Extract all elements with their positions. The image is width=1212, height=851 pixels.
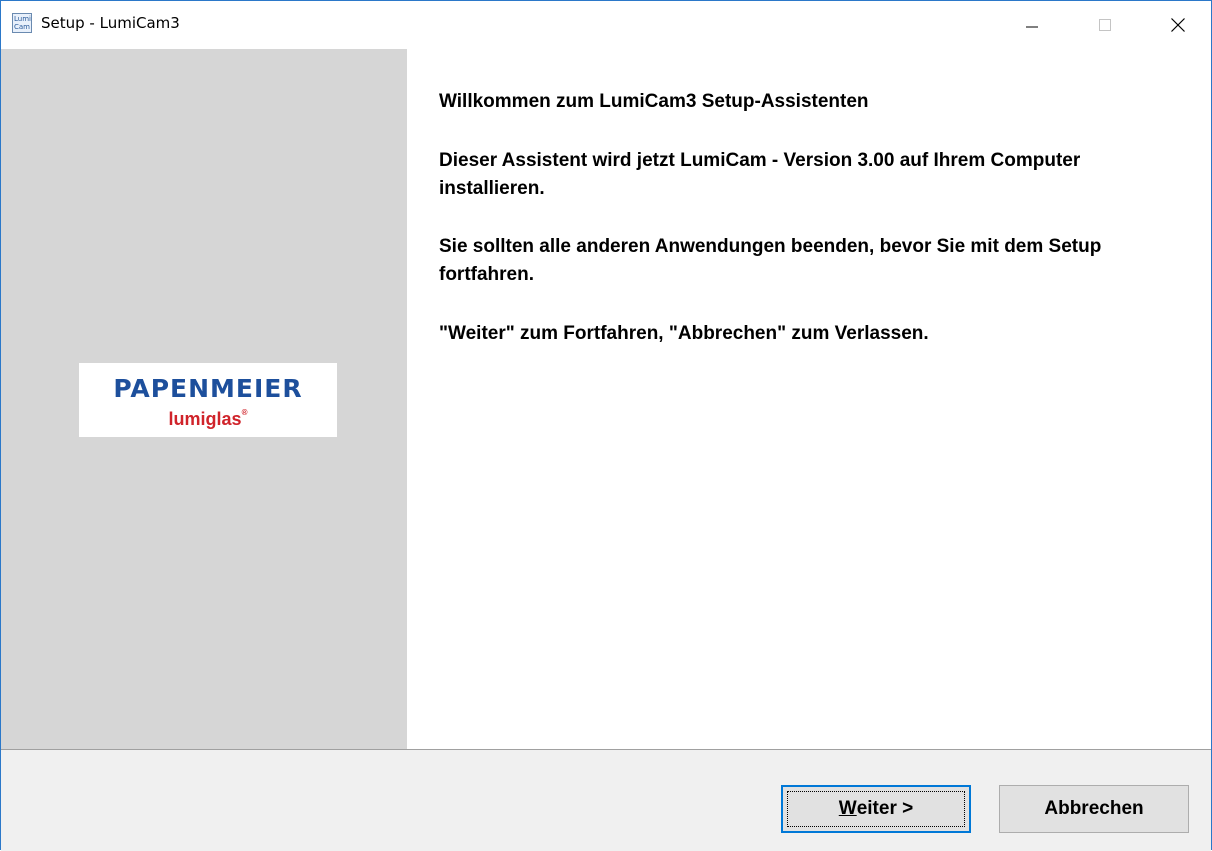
minimize-button[interactable] [1009,1,1055,49]
registered-mark: ® [241,408,248,417]
cancel-button-label: Abbrechen [1044,798,1144,819]
welcome-title: Willkommen zum LumiCam3 Setup-Assistente… [439,91,869,112]
logo-sub-brand: lumiglas® [79,408,337,430]
close-apps-paragraph: Sie sollten alle anderen Anwendungen bee… [439,236,1102,285]
window-title: Setup - LumiCam3 [41,14,180,32]
company-logo: PAPENMEIER lumiglas® [79,363,337,437]
logo-sub-brand-text: lumiglas [168,409,242,429]
app-icon-label-top: Lumi [14,15,31,23]
maximize-button [1082,1,1128,49]
wizard-sidebar: PAPENMEIER lumiglas® [1,49,407,749]
focus-ring [787,791,965,827]
instructions-paragraph: "Weiter" zum Fortfahren, "Abbrechen" zum… [439,323,929,344]
minimize-icon [1026,26,1038,28]
title-bar[interactable]: Lumi Cam Setup - LumiCam3 [1,1,1211,49]
app-icon: Lumi Cam [12,13,32,33]
next-button[interactable]: Weiter > [781,785,971,833]
maximize-icon [1099,19,1111,31]
button-bar: Weiter > Abbrechen [1,749,1211,851]
close-button[interactable] [1155,1,1201,49]
logo-brand: PAPENMEIER [113,374,303,403]
cancel-button[interactable]: Abbrechen [999,785,1189,833]
wizard-content: Willkommen zum LumiCam3 Setup-Assistente… [407,49,1211,749]
close-icon [1171,18,1185,32]
intro-paragraph: Dieser Assistent wird jetzt LumiCam - Ve… [439,150,1081,199]
setup-window: Lumi Cam Setup - LumiCam3 PAPENMEIER lum… [0,0,1212,851]
app-icon-label-bottom: Cam [14,23,30,31]
